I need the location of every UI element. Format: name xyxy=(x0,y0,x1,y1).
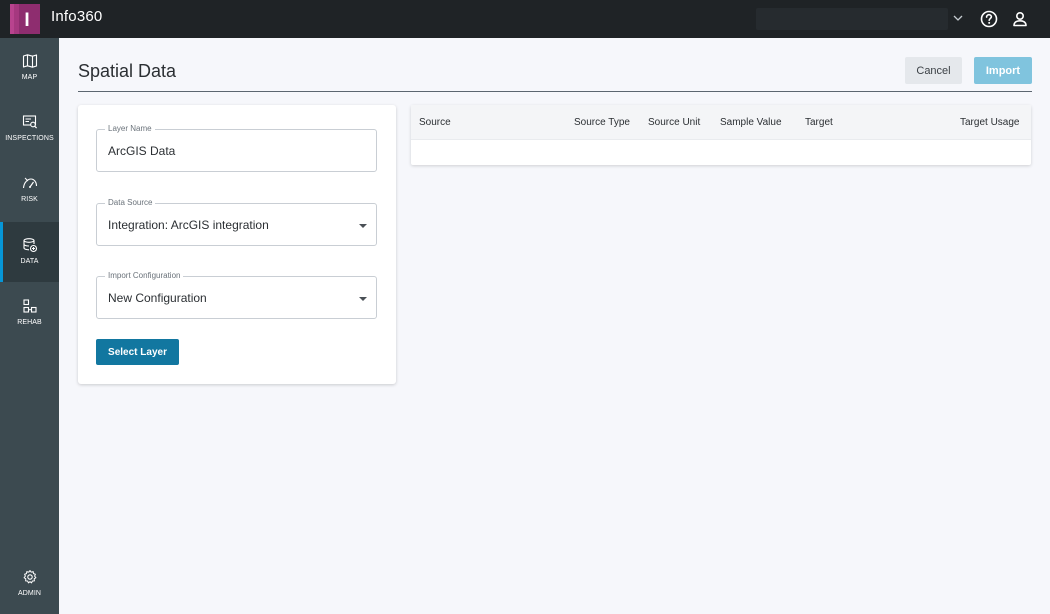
sidebar-item-inspections[interactable]: INSPECTIONS xyxy=(0,99,59,159)
help-icon[interactable] xyxy=(979,9,999,29)
svg-text:I: I xyxy=(24,10,29,31)
column-header-source-unit[interactable]: Source Unit xyxy=(648,117,700,128)
gear-icon xyxy=(23,570,36,584)
column-header-source-type[interactable]: Source Type xyxy=(574,117,630,128)
select-layer-button[interactable]: Select Layer xyxy=(96,339,179,365)
column-header-sample-value[interactable]: Sample Value xyxy=(720,117,782,128)
table-header: Source Source Type Source Unit Sample Va… xyxy=(411,105,1031,140)
rehab-icon xyxy=(22,299,37,313)
chevron-down-icon[interactable] xyxy=(951,11,965,25)
mapping-table: Source Source Type Source Unit Sample Va… xyxy=(411,105,1031,165)
project-selector[interactable] xyxy=(756,8,948,30)
sidebar-item-rehab[interactable]: REHAB xyxy=(0,283,59,343)
sidebar-item-label: REHAB xyxy=(17,319,42,326)
sidebar-item-label: INSPECTIONS xyxy=(5,135,54,142)
import-button[interactable]: Import xyxy=(974,57,1032,84)
column-header-target-usage[interactable]: Target Usage xyxy=(960,117,1019,128)
app-title: Info360 xyxy=(51,8,103,25)
info360-logo[interactable]: I xyxy=(10,4,40,34)
dropdown-caret-icon xyxy=(359,224,367,228)
layer-name-input[interactable] xyxy=(108,144,348,158)
data-icon xyxy=(22,238,37,253)
cancel-button[interactable]: Cancel xyxy=(905,57,962,84)
import-configuration-value: New Configuration xyxy=(108,291,207,305)
sidebar-item-label: ADMIN xyxy=(17,590,42,597)
risk-icon xyxy=(22,177,37,189)
user-icon[interactable] xyxy=(1010,9,1030,29)
data-source-value: Integration: ArcGIS integration xyxy=(108,218,269,232)
sidebar-item-data[interactable]: DATA xyxy=(0,222,59,282)
dropdown-caret-icon xyxy=(359,297,367,301)
import-configuration-label: Import Configuration xyxy=(105,271,184,281)
sidebar-item-map[interactable]: MAP xyxy=(0,38,59,98)
sidebar-item-admin[interactable]: ADMIN xyxy=(0,554,59,614)
data-source-select[interactable]: Data Source Integration: ArcGIS integrat… xyxy=(96,198,377,246)
header-divider xyxy=(78,91,1032,92)
layer-name-label: Layer Name xyxy=(105,124,155,134)
page-title: Spatial Data xyxy=(78,61,177,81)
map-icon xyxy=(22,54,37,68)
sidebar-item-label: MAP xyxy=(21,74,38,81)
sidebar: MAP INSPECTIONS RISK DATA REHAB ADMIN xyxy=(0,38,59,614)
layer-config-card: Layer Name Data Source Integration: ArcG… xyxy=(78,105,396,384)
layer-name-field[interactable]: Layer Name xyxy=(96,124,377,172)
column-header-target[interactable]: Target xyxy=(805,117,833,128)
sidebar-item-risk[interactable]: RISK xyxy=(0,160,59,220)
sidebar-item-label: DATA xyxy=(20,258,39,265)
column-header-source[interactable]: Source xyxy=(419,117,451,128)
data-source-label: Data Source xyxy=(105,198,156,208)
top-bar: I Info360 xyxy=(0,0,1050,38)
sidebar-item-label: RISK xyxy=(21,196,38,203)
import-configuration-select[interactable]: Import Configuration New Configuration xyxy=(96,271,377,319)
inspections-icon xyxy=(22,115,37,129)
